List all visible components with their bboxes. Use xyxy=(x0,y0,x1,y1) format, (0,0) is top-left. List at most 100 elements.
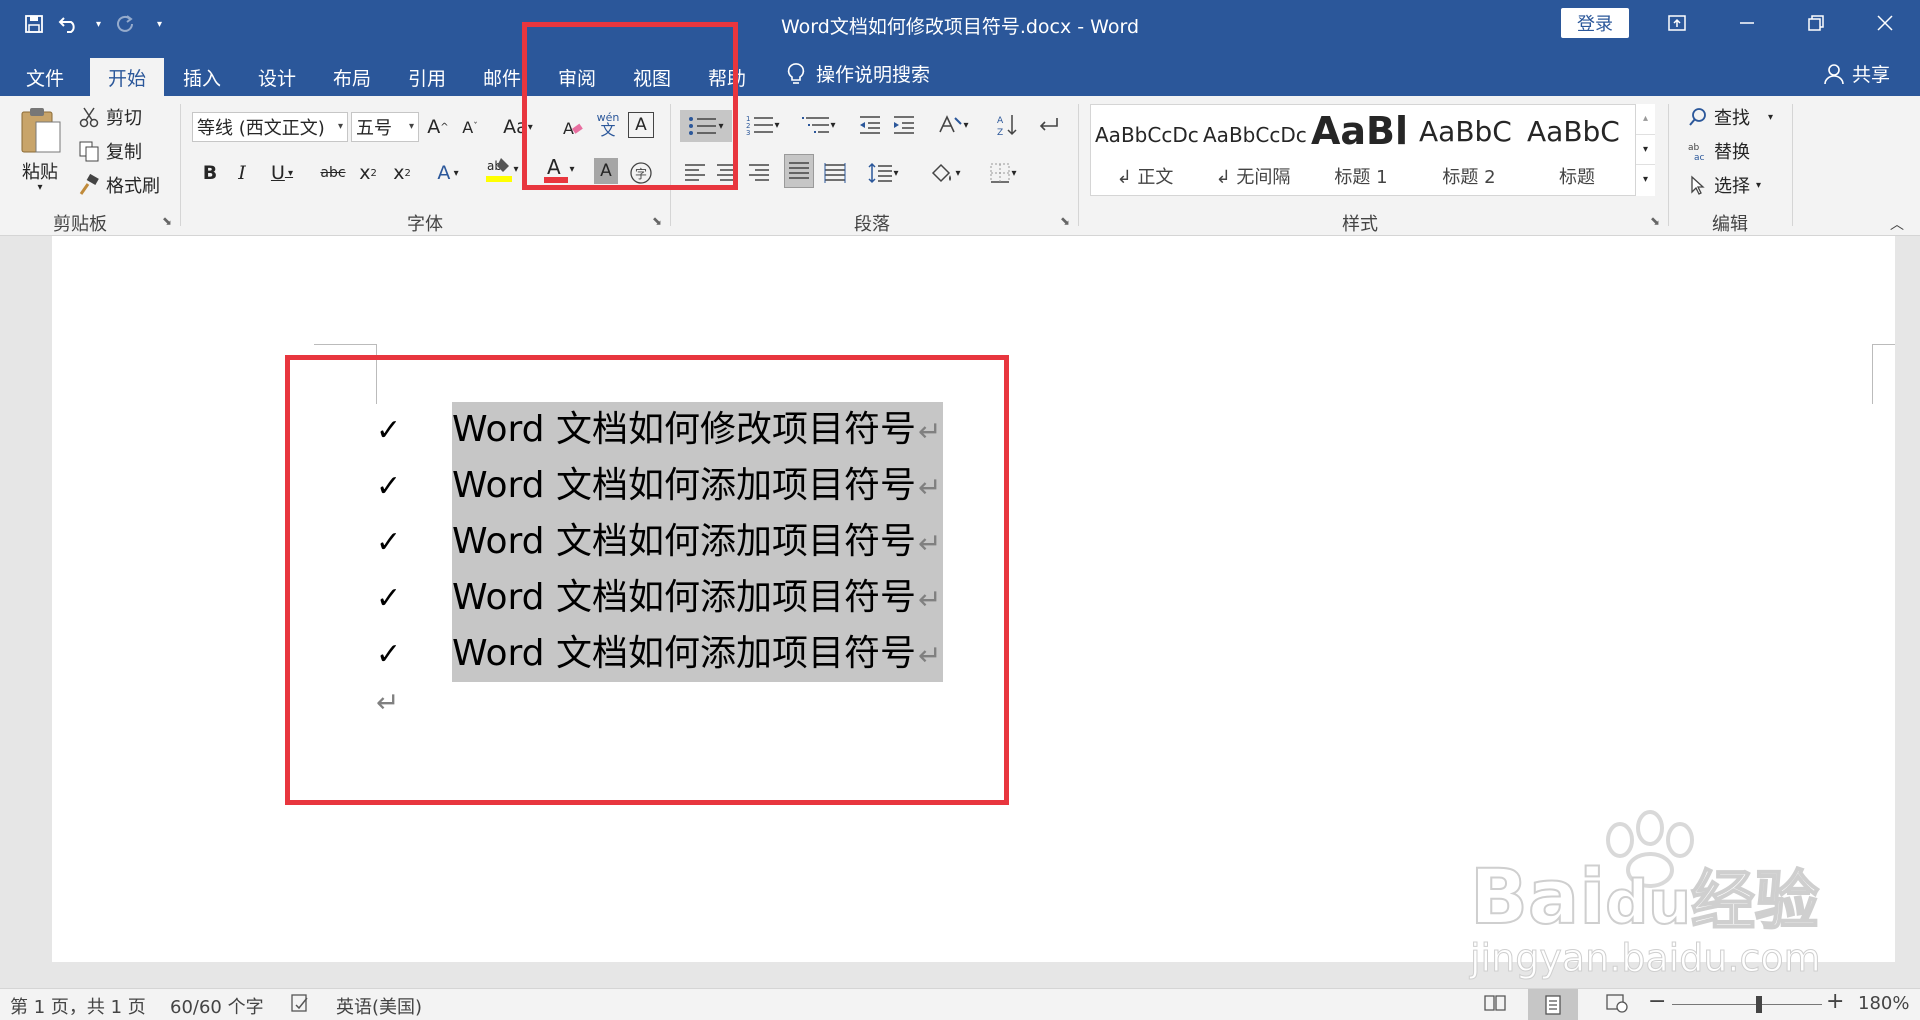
format-painter-label: 格式刷 xyxy=(106,176,160,197)
select-label: 选择 xyxy=(1714,176,1750,197)
style-name: 标题 xyxy=(1559,167,1595,188)
increase-indent-icon[interactable] xyxy=(890,110,918,140)
replace-button[interactable]: ab ac 替换 xyxy=(1688,138,1750,164)
clipboard-group-label: 剪贴板 xyxy=(53,214,107,235)
gallery-up-icon[interactable]: ▴ xyxy=(1636,104,1655,134)
copy-button[interactable]: 复制 xyxy=(78,138,142,164)
show-formatting-marks-icon[interactable] xyxy=(1034,110,1062,140)
window-title: Word文档如何修改项目符号.docx - Word xyxy=(780,16,1140,38)
print-layout-icon[interactable] xyxy=(1528,989,1578,1020)
watermark-url: jingyan.baidu.com xyxy=(1470,936,1822,981)
style-title[interactable]: AaBbC 标题 xyxy=(1523,105,1633,195)
gallery-scroll: ▴ ▾ ▾ xyxy=(1635,104,1655,196)
font-name-box[interactable]: 等线 (西文正文) ▾ xyxy=(192,112,348,142)
svg-text:A: A xyxy=(997,116,1004,126)
baidu-watermark: Baidu经验 jingyan.baidu.com xyxy=(1469,810,1910,981)
tab-layout[interactable]: 布局 xyxy=(315,58,389,96)
word-count[interactable]: 60/60 个字 xyxy=(170,993,264,1019)
tab-home[interactable]: 开始 xyxy=(90,58,165,96)
style-heading-1[interactable]: AaBl 标题 1 xyxy=(1307,105,1415,195)
gallery-more-icon[interactable]: ▾ xyxy=(1636,164,1655,194)
superscript-icon[interactable]: x2 xyxy=(390,158,414,188)
italic-icon[interactable]: I xyxy=(230,158,254,188)
magnifier-icon xyxy=(1689,108,1706,126)
font-name-value: 等线 (西文正文) xyxy=(197,118,325,139)
tab-file[interactable]: 文件 xyxy=(8,58,82,96)
minimize-icon[interactable] xyxy=(1717,0,1777,46)
paste-label: 粘贴 xyxy=(22,162,58,183)
paragraph-group-label: 段落 xyxy=(854,214,890,235)
multilevel-list-icon[interactable]: ▾ xyxy=(796,110,842,140)
chevron-down-icon: ▾ xyxy=(337,121,343,132)
select-button[interactable]: 选择 ▾ xyxy=(1688,172,1761,198)
zoom-slider[interactable] xyxy=(1672,1004,1822,1005)
strikethrough-icon[interactable]: abc xyxy=(316,158,350,188)
style-preview: AaBbC xyxy=(1527,115,1620,148)
zoom-level[interactable]: 180% xyxy=(1858,993,1909,1014)
share-button[interactable]: 共享 xyxy=(1824,60,1890,87)
group-separator xyxy=(1792,104,1793,226)
collapse-ribbon-icon[interactable]: ︿ xyxy=(1890,214,1904,234)
find-button[interactable]: 查找 ▾ xyxy=(1688,104,1773,130)
style-normal[interactable]: AaBbCcDc ↲ 正文 xyxy=(1091,105,1199,195)
clipboard-icon xyxy=(21,108,61,153)
decrease-indent-icon[interactable] xyxy=(856,110,884,140)
tab-references[interactable]: 引用 xyxy=(390,58,464,96)
text-effects-icon[interactable]: A ▾ xyxy=(428,158,468,188)
language-indicator[interactable]: 英语(美国) xyxy=(336,993,422,1019)
paintbrush-icon xyxy=(79,174,99,195)
paste-dropdown-icon[interactable]: ▾ xyxy=(37,182,42,193)
style-heading-2[interactable]: AaBbC 标题 2 xyxy=(1415,105,1523,195)
zoom-slider-thumb[interactable] xyxy=(1756,996,1762,1013)
page-count[interactable]: 第 1 页，共 1 页 xyxy=(10,993,146,1019)
styles-launcher-icon[interactable]: ⬊ xyxy=(1650,214,1660,228)
font-size-box[interactable]: 五号 ▾ xyxy=(351,112,419,142)
align-right-icon[interactable] xyxy=(746,158,772,188)
shading-icon[interactable]: ▾ xyxy=(922,158,968,188)
clipboard-launcher-icon[interactable]: ⬊ xyxy=(162,214,172,228)
zoom-out-icon[interactable]: − xyxy=(1648,989,1666,1014)
editing-group-label: 编辑 xyxy=(1712,214,1748,235)
zoom-in-icon[interactable]: + xyxy=(1826,989,1844,1014)
gallery-down-icon[interactable]: ▾ xyxy=(1636,134,1655,164)
login-button[interactable]: 登录 xyxy=(1561,8,1629,38)
read-mode-icon[interactable] xyxy=(1484,993,1506,1018)
proofing-icon[interactable] xyxy=(290,993,310,1018)
sort-icon[interactable]: AZ xyxy=(994,110,1022,140)
chevron-down-icon: ▾ xyxy=(1756,179,1762,191)
justify-icon[interactable] xyxy=(784,154,814,188)
underline-icon[interactable]: U ▾ xyxy=(262,158,302,188)
highlight-color-icon[interactable]: ab ▾ xyxy=(480,154,524,184)
line-spacing-icon[interactable]: ▾ xyxy=(860,158,906,188)
grow-font-icon[interactable]: A ^ xyxy=(426,112,450,142)
style-name: 标题 1 xyxy=(1334,167,1388,188)
shrink-font-icon[interactable]: Aˇ xyxy=(458,112,482,142)
tell-me-search[interactable]: 操作说明搜索 xyxy=(786,60,930,87)
format-painter-button[interactable]: 格式刷 xyxy=(78,172,160,198)
style-no-spacing[interactable]: AaBbCcDc ↲ 无间隔 xyxy=(1199,105,1307,195)
tell-me-label: 操作说明搜索 xyxy=(816,64,931,86)
margin-mark-right xyxy=(1872,344,1895,345)
subscript-icon[interactable]: x2 xyxy=(356,158,380,188)
replace-icon: abac xyxy=(1688,143,1705,161)
font-launcher-icon[interactable]: ⬊ xyxy=(652,214,662,228)
numbering-icon[interactable]: 1 2 3 ▾ xyxy=(740,110,786,140)
distributed-icon[interactable] xyxy=(822,158,848,188)
tab-design[interactable]: 设计 xyxy=(240,58,314,96)
web-layout-icon[interactable] xyxy=(1606,993,1628,1018)
copy-icon xyxy=(79,141,99,162)
paste-button[interactable]: 粘贴 ▾ xyxy=(18,104,62,193)
bold-icon[interactable]: B xyxy=(198,158,222,188)
style-name: 标题 2 xyxy=(1442,167,1496,188)
restore-icon[interactable] xyxy=(1786,0,1846,46)
font-size-value: 五号 xyxy=(356,118,392,139)
close-icon[interactable] xyxy=(1855,0,1915,46)
margin-mark-left xyxy=(314,344,376,345)
chinese-layout-icon[interactable]: ▾ xyxy=(932,110,974,140)
tab-insert[interactable]: 插入 xyxy=(165,58,239,96)
borders-icon[interactable]: ▾ xyxy=(980,158,1026,188)
watermark-brand: Bai xyxy=(1469,851,1606,942)
paragraph-launcher-icon[interactable]: ⬊ xyxy=(1060,214,1070,228)
cut-button[interactable]: 剪切 xyxy=(78,104,142,130)
ribbon-display-options-icon[interactable] xyxy=(1647,0,1707,46)
